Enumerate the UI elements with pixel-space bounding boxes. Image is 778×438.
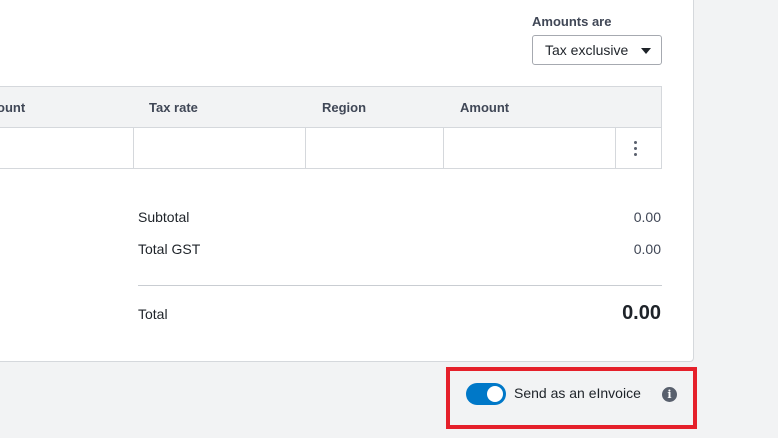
cell-divider xyxy=(443,128,444,169)
column-header-region: Region xyxy=(322,100,367,115)
column-header-account: ount xyxy=(0,100,26,115)
einvoice-toggle[interactable] xyxy=(466,383,506,405)
line-items-table: ount Tax rate Region Amount xyxy=(0,86,662,169)
amounts-are-selected-value: Tax exclusive xyxy=(545,42,629,58)
einvoice-label: Send as an eInvoice xyxy=(514,385,641,401)
total-gst-label: Total GST xyxy=(138,241,201,257)
total-gst-value: 0.00 xyxy=(633,241,661,257)
cell-divider xyxy=(305,128,306,169)
subtotal-value: 0.00 xyxy=(633,209,661,225)
column-header-tax-rate: Tax rate xyxy=(149,100,198,115)
total-value: 0.00 xyxy=(622,302,661,324)
info-icon[interactable]: i xyxy=(662,387,677,402)
toggle-knob xyxy=(487,386,503,402)
kebab-menu-icon[interactable] xyxy=(631,141,639,157)
total-divider xyxy=(138,285,662,286)
table-header: ount Tax rate Region Amount xyxy=(0,87,661,128)
column-header-amount: Amount xyxy=(460,100,510,115)
subtotal-label: Subtotal xyxy=(138,209,190,225)
total-label: Total xyxy=(138,306,168,322)
amounts-are-label: Amounts are xyxy=(532,14,612,29)
cell-divider xyxy=(615,128,616,169)
chevron-down-icon xyxy=(641,48,651,54)
amounts-are-select[interactable]: Tax exclusive xyxy=(532,35,662,65)
cell-divider xyxy=(133,128,134,169)
